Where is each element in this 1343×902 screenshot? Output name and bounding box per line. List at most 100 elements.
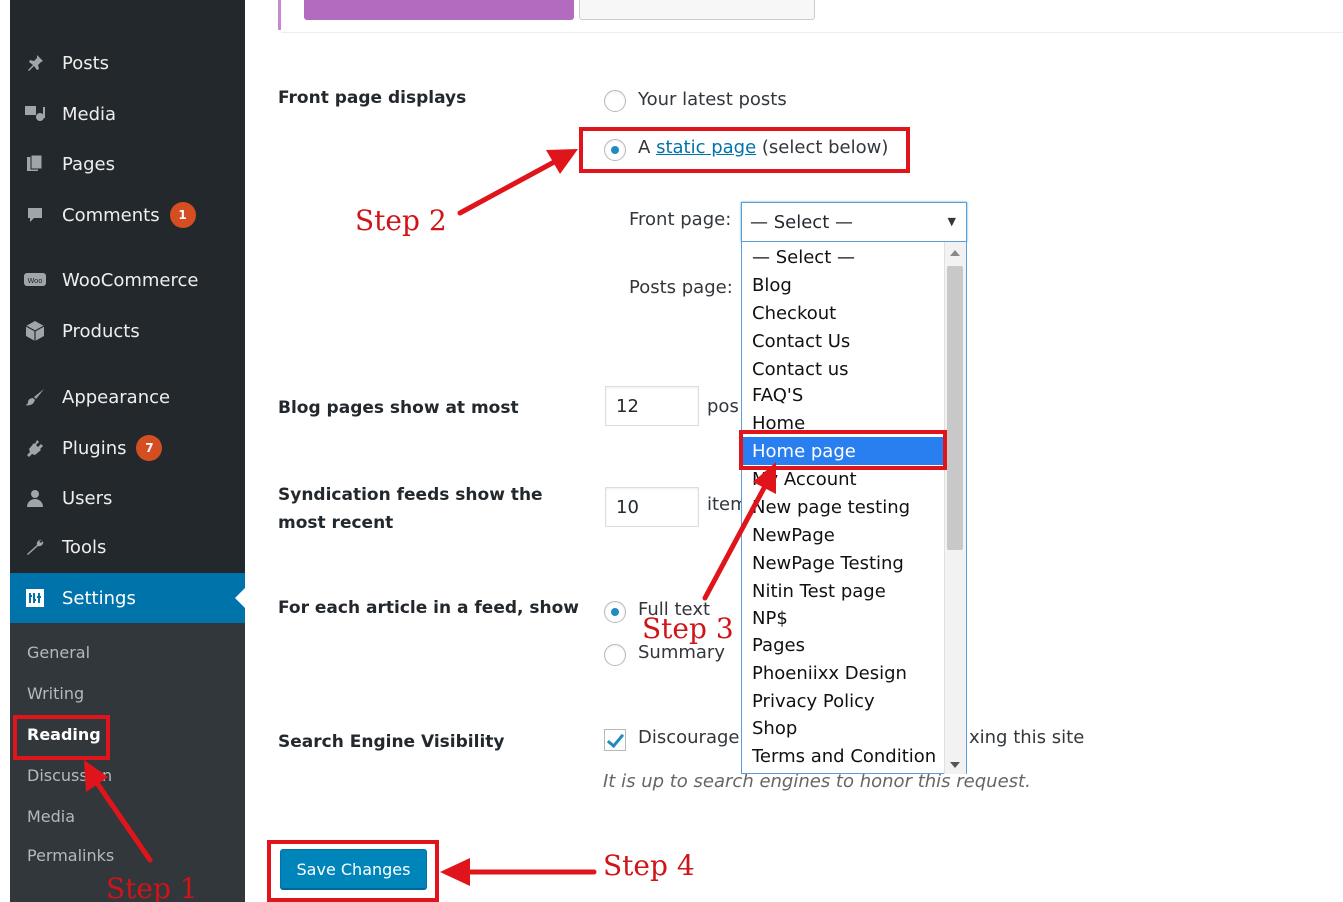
dropdown-option[interactable]: Pages [742, 631, 945, 659]
discourage-label-right: xing this site [969, 727, 1085, 748]
admin-sidebar: Posts Media Pages Comments 1 Woo WooComm… [10, 0, 245, 902]
discourage-checkbox[interactable] [604, 729, 626, 751]
sidebar-item-comments[interactable]: Comments 1 [10, 195, 245, 235]
highlight-home-page [739, 430, 947, 470]
syndication-input[interactable]: 10 [605, 487, 699, 527]
blog-pages-input[interactable]: 12 [605, 386, 699, 426]
dropdown-option[interactable]: New page testing [742, 493, 945, 521]
scroll-up-icon[interactable] [950, 250, 960, 256]
comments-count-badge: 1 [169, 202, 196, 228]
sidebar-item-label: Comments [62, 204, 160, 226]
radio-latest-posts-label: Your latest posts [638, 89, 787, 110]
submenu-writing[interactable]: Writing [27, 684, 84, 703]
settings-submenu: General Writing Reading Discussion Media… [10, 623, 245, 902]
sidebar-item-label: WooCommerce [62, 269, 199, 291]
step-4-label: Step 4 [603, 849, 695, 882]
sidebar-item-label: Pages [62, 153, 115, 175]
dropdown-option[interactable]: NP$ [742, 604, 945, 632]
front-page-select[interactable]: — Select — ▼ [741, 202, 967, 242]
step-2-arrowhead [546, 149, 578, 174]
sidebar-item-label: Posts [62, 52, 110, 74]
dropdown-option[interactable]: Phoeniixx Design [742, 659, 945, 687]
sidebar-item-users[interactable]: Users [10, 478, 245, 518]
sidebar-item-settings[interactable]: Settings [10, 573, 245, 623]
submenu-discussion[interactable]: Discussion [27, 766, 112, 785]
sidebar-item-media[interactable]: Media [10, 94, 245, 134]
step-1-label: Step 1 [106, 872, 198, 902]
wrench-icon [22, 536, 48, 558]
sidebar-item-posts[interactable]: Posts [10, 43, 245, 83]
plugins-update-badge: 7 [136, 435, 163, 461]
step-4-arrowhead [440, 858, 470, 886]
divider [281, 32, 1343, 33]
highlight-save-button [267, 840, 439, 902]
syndication-label-line1: Syndication feeds show the [278, 485, 543, 505]
scroll-thumb[interactable] [947, 266, 963, 550]
sidebar-item-pages[interactable]: Pages [10, 144, 245, 184]
plug-icon [22, 437, 48, 459]
sidebar-item-woocommerce[interactable]: Woo WooCommerce [10, 260, 245, 300]
feed-article-label: For each article in a feed, show [278, 598, 580, 618]
notice-border [278, 0, 281, 30]
search-visibility-label: Search Engine Visibility [278, 732, 505, 752]
sidebar-item-label: Tools [62, 536, 107, 558]
woo-icon: Woo [22, 269, 48, 291]
pin-icon [22, 52, 48, 74]
sidebar-item-label: Plugins [62, 437, 127, 459]
front-page-displays-label: Front page displays [278, 88, 467, 108]
dropdown-option[interactable]: Shop [742, 714, 945, 742]
highlight-reading [13, 715, 110, 760]
dropdown-option[interactable]: — Select — [742, 243, 945, 271]
sidebar-item-products[interactable]: Products [10, 311, 245, 351]
highlight-static-page [579, 127, 910, 173]
radio-summary[interactable] [604, 644, 626, 666]
dropdown-option[interactable]: Contact us [742, 355, 945, 383]
discourage-label-left: Discourage [638, 727, 740, 748]
blog-pages-unit: pos [707, 396, 739, 417]
settings-icon [22, 587, 48, 609]
sidebar-item-tools[interactable]: Tools [10, 527, 245, 567]
dropdown-scrollbar[interactable] [944, 242, 966, 774]
sidebar-item-label: Media [62, 103, 117, 125]
sidebar-item-label: Products [62, 320, 140, 342]
user-icon [22, 487, 48, 509]
dropdown-option[interactable]: Blog [742, 271, 945, 299]
submenu-permalinks[interactable]: Permalinks [27, 846, 114, 865]
dropdown-option[interactable]: NewPage [742, 521, 945, 549]
submenu-general[interactable]: General [27, 643, 90, 662]
dropdown-option[interactable]: Contact Us [742, 327, 945, 355]
active-indicator [235, 588, 245, 608]
caret-down-icon: ▼ [947, 215, 956, 228]
sidebar-item-appearance[interactable]: Appearance [10, 377, 245, 417]
blog-pages-label: Blog pages show at most [278, 398, 519, 418]
sidebar-item-plugins[interactable]: Plugins 7 [10, 428, 245, 468]
dropdown-option[interactable]: Privacy Policy [742, 687, 945, 715]
dropdown-option[interactable]: Checkout [742, 299, 945, 327]
dropdown-option[interactable]: Terms and Condition [742, 742, 945, 770]
front-page-dropdown-list[interactable]: — Select — Blog Checkout Contact Us Cont… [741, 242, 967, 774]
svg-text:Woo: Woo [27, 277, 42, 285]
step-2-arrow [457, 158, 559, 216]
posts-page-select-label: Posts page: [629, 277, 733, 298]
radio-latest-posts[interactable] [604, 90, 626, 112]
dropdown-option[interactable]: NewPage Testing [742, 549, 945, 577]
notice-primary-button[interactable] [304, 0, 574, 20]
comment-icon [22, 204, 48, 226]
search-visibility-description: It is up to search engines to honor this… [603, 771, 1031, 792]
select-value: — Select — [750, 211, 853, 233]
notice-secondary-button[interactable] [579, 0, 815, 20]
box-icon [22, 320, 48, 342]
step-3-label: Step 3 [642, 612, 734, 645]
scroll-down-icon[interactable] [950, 762, 960, 768]
sidebar-item-label: Users [62, 487, 113, 509]
sidebar-item-label: Appearance [62, 386, 171, 408]
dropdown-option[interactable]: FAQ'S [742, 381, 945, 409]
dropdown-option[interactable]: Nitin Test page [742, 577, 945, 605]
brush-icon [22, 386, 48, 408]
submenu-media[interactable]: Media [27, 807, 75, 826]
radio-summary-label: Summary [638, 642, 725, 663]
radio-full-text[interactable] [604, 601, 626, 623]
sidebar-item-label: Settings [62, 587, 136, 609]
media-icon [22, 103, 48, 125]
syndication-label-line2: most recent [278, 513, 394, 533]
